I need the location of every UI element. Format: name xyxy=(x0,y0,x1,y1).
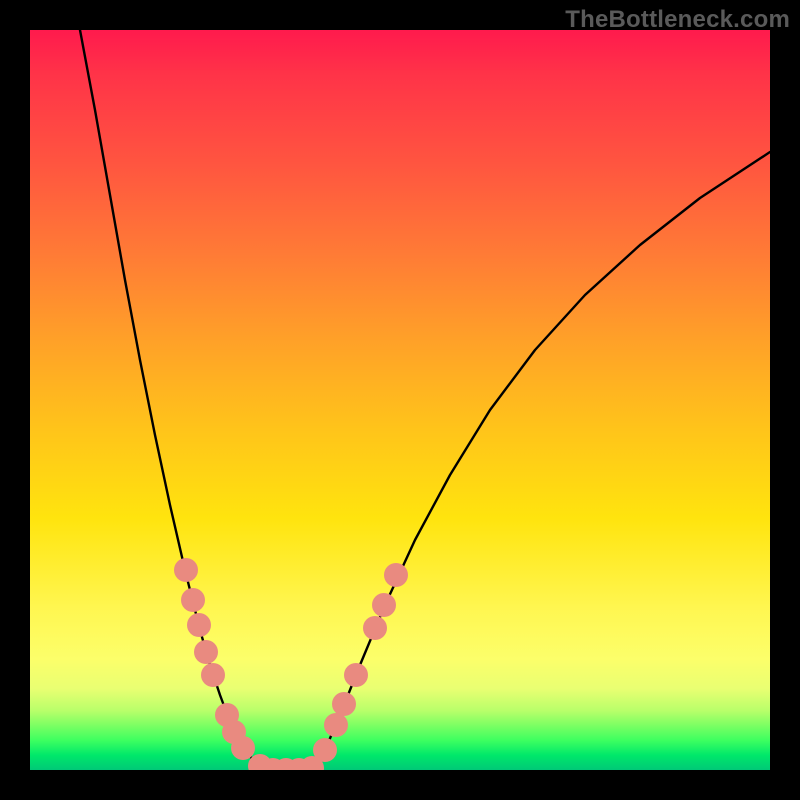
chart-overlay xyxy=(30,30,770,770)
marker-dot xyxy=(363,616,387,640)
watermark-text: TheBottleneck.com xyxy=(565,6,790,34)
marker-dot xyxy=(181,588,205,612)
marker-dot xyxy=(332,692,356,716)
marker-dot xyxy=(372,593,396,617)
marker-dot xyxy=(231,736,255,760)
plot-area xyxy=(30,30,770,770)
marker-dot xyxy=(201,663,225,687)
marker-dots-group xyxy=(174,558,408,770)
marker-dot xyxy=(174,558,198,582)
marker-dot xyxy=(187,613,211,637)
marker-dot xyxy=(384,563,408,587)
marker-dot xyxy=(324,713,348,737)
marker-dot xyxy=(313,738,337,762)
v-curve xyxy=(80,30,770,770)
marker-dot xyxy=(344,663,368,687)
curve-group xyxy=(80,30,770,770)
marker-dot xyxy=(194,640,218,664)
